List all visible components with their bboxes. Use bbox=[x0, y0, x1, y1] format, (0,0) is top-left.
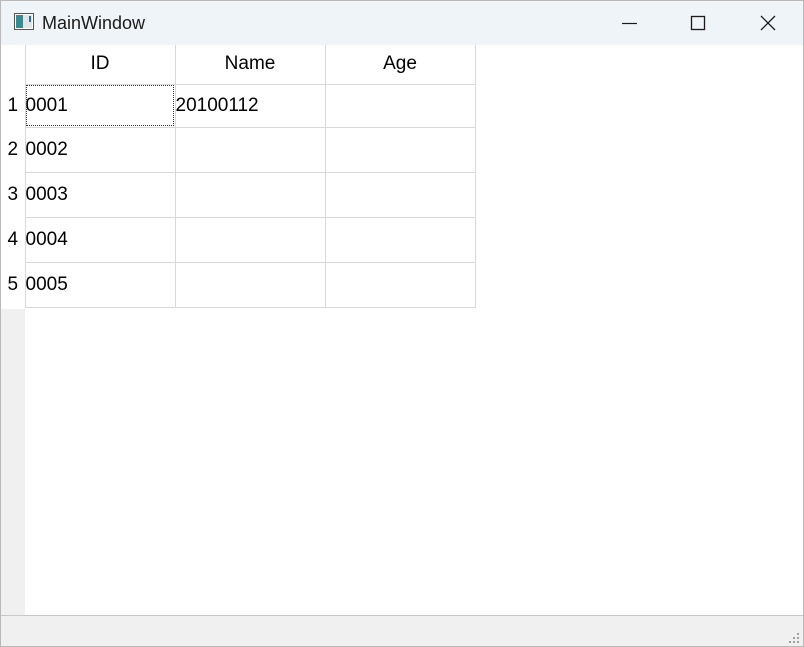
vertical-header-background bbox=[1, 309, 25, 615]
table-row: 2 0002 bbox=[1, 126, 476, 173]
row-header[interactable]: 4 bbox=[1, 217, 26, 262]
maximize-button[interactable] bbox=[663, 1, 733, 45]
table-cell-age[interactable] bbox=[324, 216, 476, 263]
maximize-icon bbox=[690, 15, 706, 31]
table-row: 4 0004 bbox=[1, 216, 476, 263]
size-grip-icon[interactable] bbox=[788, 632, 800, 644]
table-cell-id[interactable]: 0004 bbox=[24, 216, 176, 263]
table-row: 3 0003 bbox=[1, 171, 476, 218]
table-cell-id[interactable]: 0003 bbox=[24, 171, 176, 218]
corner-button[interactable] bbox=[1, 45, 26, 84]
table-row: 1 0001 20100112 bbox=[1, 83, 476, 128]
table-cell-id[interactable]: 0001 bbox=[24, 83, 176, 128]
app-window-icon[interactable] bbox=[14, 13, 34, 30]
row-header[interactable]: 5 bbox=[1, 262, 26, 307]
row-header[interactable]: 1 bbox=[1, 84, 26, 127]
row-header[interactable]: 2 bbox=[1, 127, 26, 172]
minimize-button[interactable] bbox=[594, 1, 664, 45]
title-bar[interactable]: MainWindow bbox=[1, 1, 803, 45]
column-header-age[interactable]: Age bbox=[325, 45, 476, 84]
table-cell-name[interactable]: 20100112 bbox=[174, 83, 326, 128]
table-cell-name[interactable] bbox=[174, 216, 326, 263]
data-table: ID Name Age 1 0001 20100112 2 0002 3 000… bbox=[1, 45, 476, 308]
table-cell-name[interactable] bbox=[174, 171, 326, 218]
row-header[interactable]: 3 bbox=[1, 172, 26, 217]
table-row: 5 0005 bbox=[1, 261, 476, 308]
table-cell-age[interactable] bbox=[324, 261, 476, 308]
close-icon bbox=[760, 15, 776, 31]
table-cell-age[interactable] bbox=[324, 171, 476, 218]
table-cell-age[interactable] bbox=[324, 83, 476, 128]
main-window: MainWindow ID Name Age 1 0001 20100112 2… bbox=[0, 0, 804, 647]
table-cell-id[interactable]: 0002 bbox=[24, 126, 176, 173]
status-bar bbox=[1, 615, 803, 646]
close-button[interactable] bbox=[733, 1, 803, 45]
table-cell-name[interactable] bbox=[174, 126, 326, 173]
table-cell-name[interactable] bbox=[174, 261, 326, 308]
column-header-name[interactable]: Name bbox=[175, 45, 326, 84]
table-cell-age[interactable] bbox=[324, 126, 476, 173]
column-header-id[interactable]: ID bbox=[25, 45, 176, 84]
table-cell-id[interactable]: 0005 bbox=[24, 261, 176, 308]
table-view[interactable]: ID Name Age 1 0001 20100112 2 0002 3 000… bbox=[1, 45, 803, 615]
minimize-icon bbox=[622, 22, 637, 25]
window-title: MainWindow bbox=[42, 13, 146, 33]
